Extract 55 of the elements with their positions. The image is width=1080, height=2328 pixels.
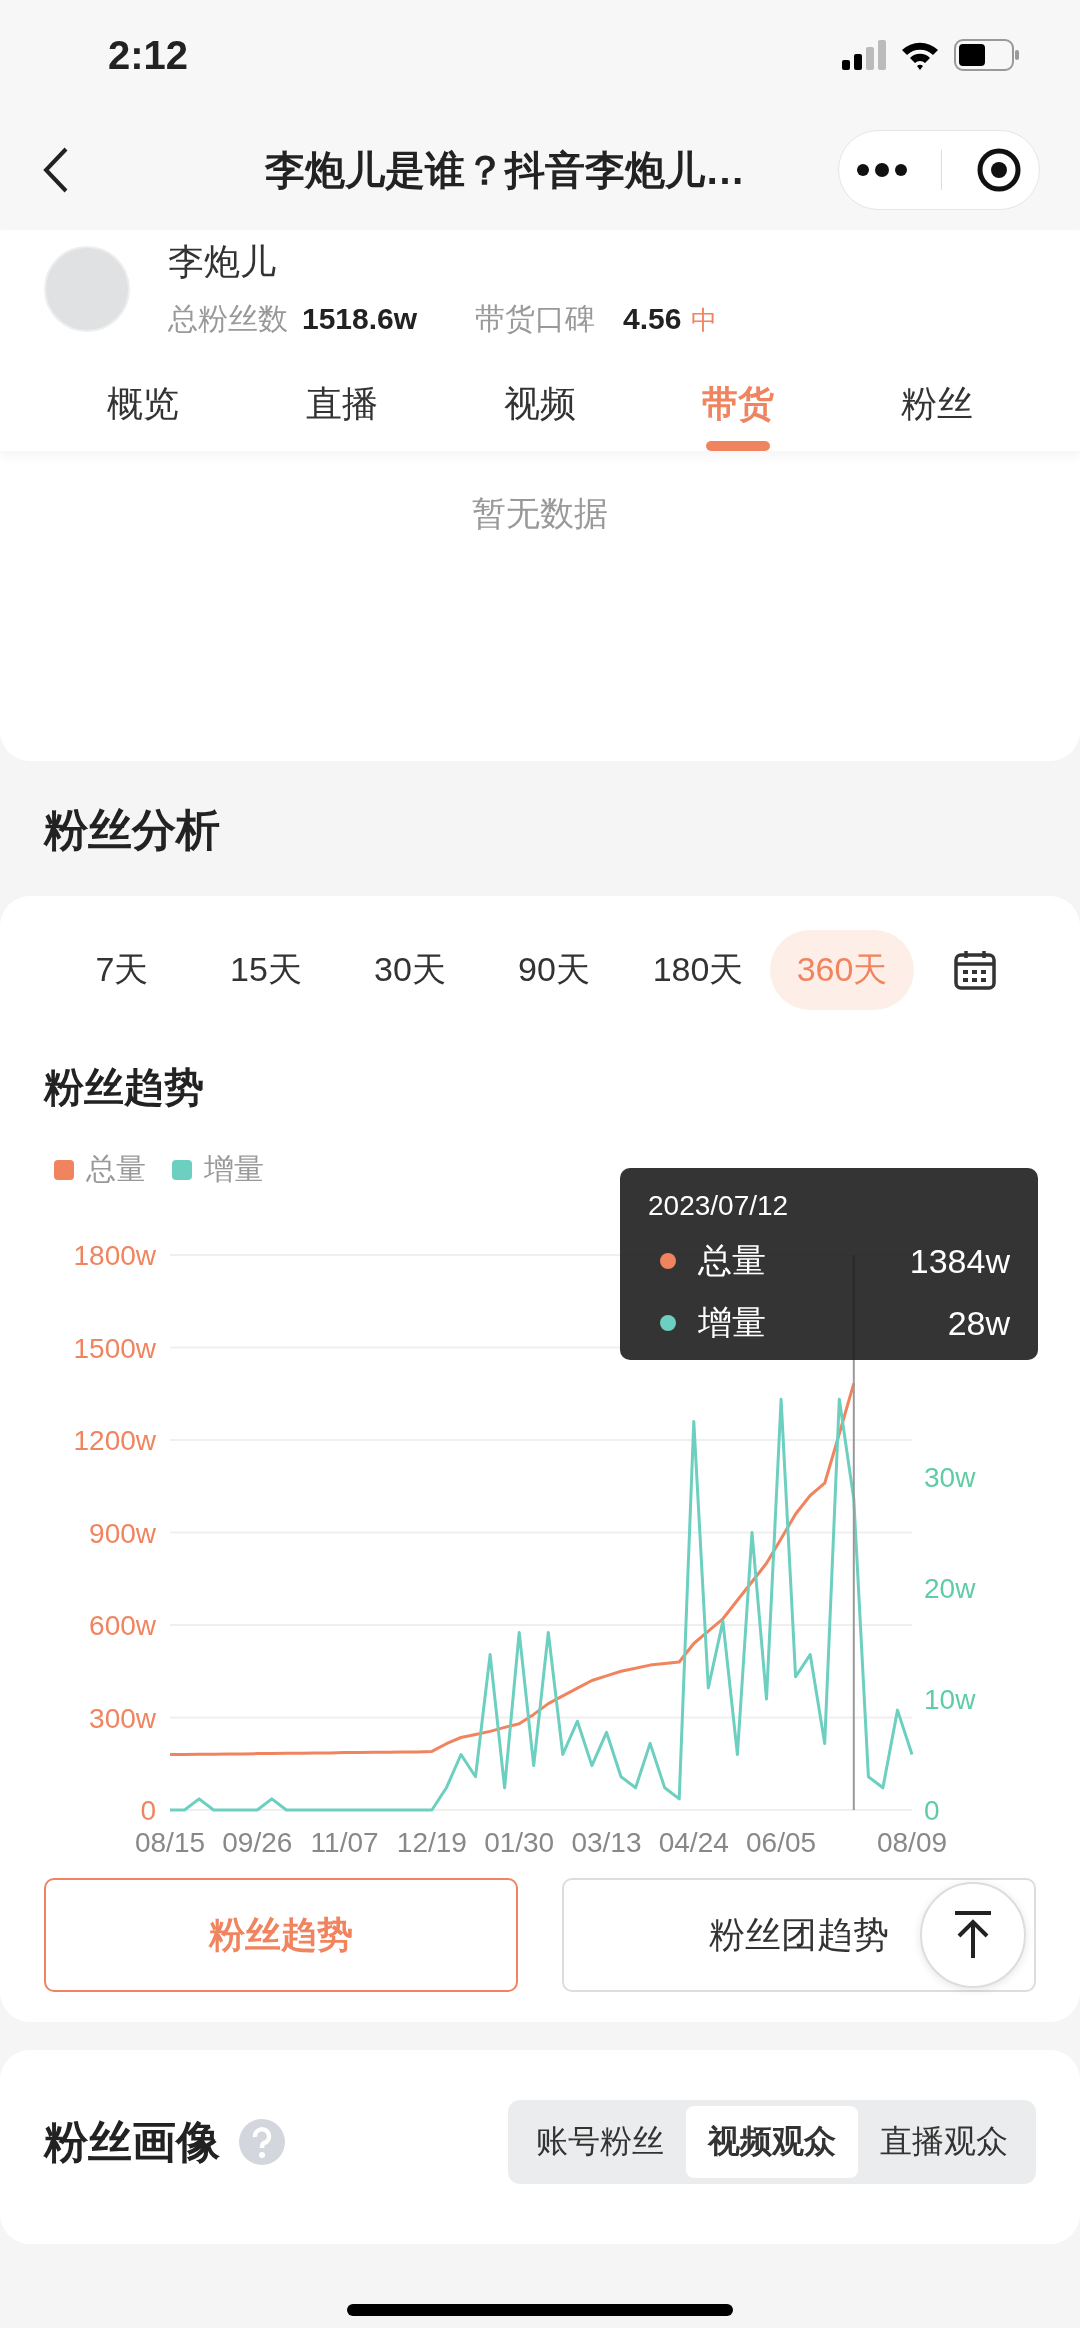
more-icon[interactable] <box>855 163 908 177</box>
wifi-icon <box>900 40 940 70</box>
stat-label: 总粉丝数 <box>168 301 288 337</box>
signal-icon <box>842 40 886 70</box>
period-tab[interactable]: 90天 <box>482 930 626 1010</box>
axis-label: 06/05 <box>746 1827 817 1858</box>
axis-label: 03/13 <box>571 1827 642 1858</box>
stat-label: 带货口碑 <box>475 301 596 337</box>
axis-label: 12/19 <box>396 1827 467 1858</box>
axis-label: 08/15 <box>134 1827 206 1858</box>
user-name: 李炮儿 <box>168 240 277 284</box>
chart-title: 粉丝趋势 <box>44 1065 204 1109</box>
axis-label: 04/24 <box>658 1827 729 1858</box>
segment-tab[interactable]: 账号粉丝 <box>514 2106 686 2178</box>
section-title: 粉丝分析 <box>44 805 220 854</box>
segment-tab[interactable]: 视频观众 <box>686 2106 858 2178</box>
tooltip-value: 1384w <box>909 1241 1010 1281</box>
period-tab[interactable]: 7天 <box>50 930 194 1010</box>
axis-label: 08/09 <box>876 1827 948 1858</box>
axis-label: 600w <box>89 1610 156 1641</box>
axis-label: 0 <box>924 1795 940 1826</box>
period-tab[interactable]: 30天 <box>338 930 482 1010</box>
axis-label: 10w <box>924 1684 976 1715</box>
axis-label: 0 <box>140 1795 156 1826</box>
tooltip-label: 增量 <box>698 1302 766 1343</box>
period-tab[interactable]: 15天 <box>194 930 338 1010</box>
page-title: 李炮儿是谁？抖音李炮儿… <box>265 146 745 194</box>
stat-value: 4.56 <box>623 302 682 336</box>
axis-label: 09/26 <box>222 1827 293 1858</box>
tab[interactable]: 概览 <box>44 368 243 451</box>
tab[interactable]: 直播 <box>242 368 441 451</box>
calendar-icon[interactable] <box>954 950 996 990</box>
axis-label: 1500w <box>73 1332 156 1364</box>
axis-label: 1800w <box>73 1240 156 1271</box>
target-icon[interactable] <box>976 147 1023 193</box>
axis-label: 01/30 <box>484 1827 555 1858</box>
tooltip-date: 2023/07/12 <box>648 1190 790 1222</box>
stat-value: 1518.6w <box>302 302 418 336</box>
axis-label: 30w <box>924 1462 976 1493</box>
rating-level: 中 <box>691 304 718 337</box>
tab[interactable]: 视频 <box>440 368 640 451</box>
axis-label: 20w <box>924 1573 976 1604</box>
tooltip-value: 28w <box>947 1303 1010 1343</box>
tooltip-label: 总量 <box>698 1240 766 1281</box>
axis-label: 1200w <box>73 1425 156 1456</box>
tab[interactable]: 粉丝 <box>837 368 1037 451</box>
axis-label: 900w <box>89 1517 156 1549</box>
section-title: 粉丝画像 <box>44 2115 220 2168</box>
status-time: 2:12 <box>108 32 189 78</box>
empty-text: 暂无数据 <box>472 494 608 532</box>
battery-icon <box>954 39 1020 71</box>
segment-tab[interactable]: 直播观众 <box>858 2106 1030 2178</box>
axis-label: 11/07 <box>310 1827 379 1858</box>
axis-label: 300w <box>89 1702 156 1734</box>
period-tab[interactable]: 180天 <box>626 930 770 1010</box>
